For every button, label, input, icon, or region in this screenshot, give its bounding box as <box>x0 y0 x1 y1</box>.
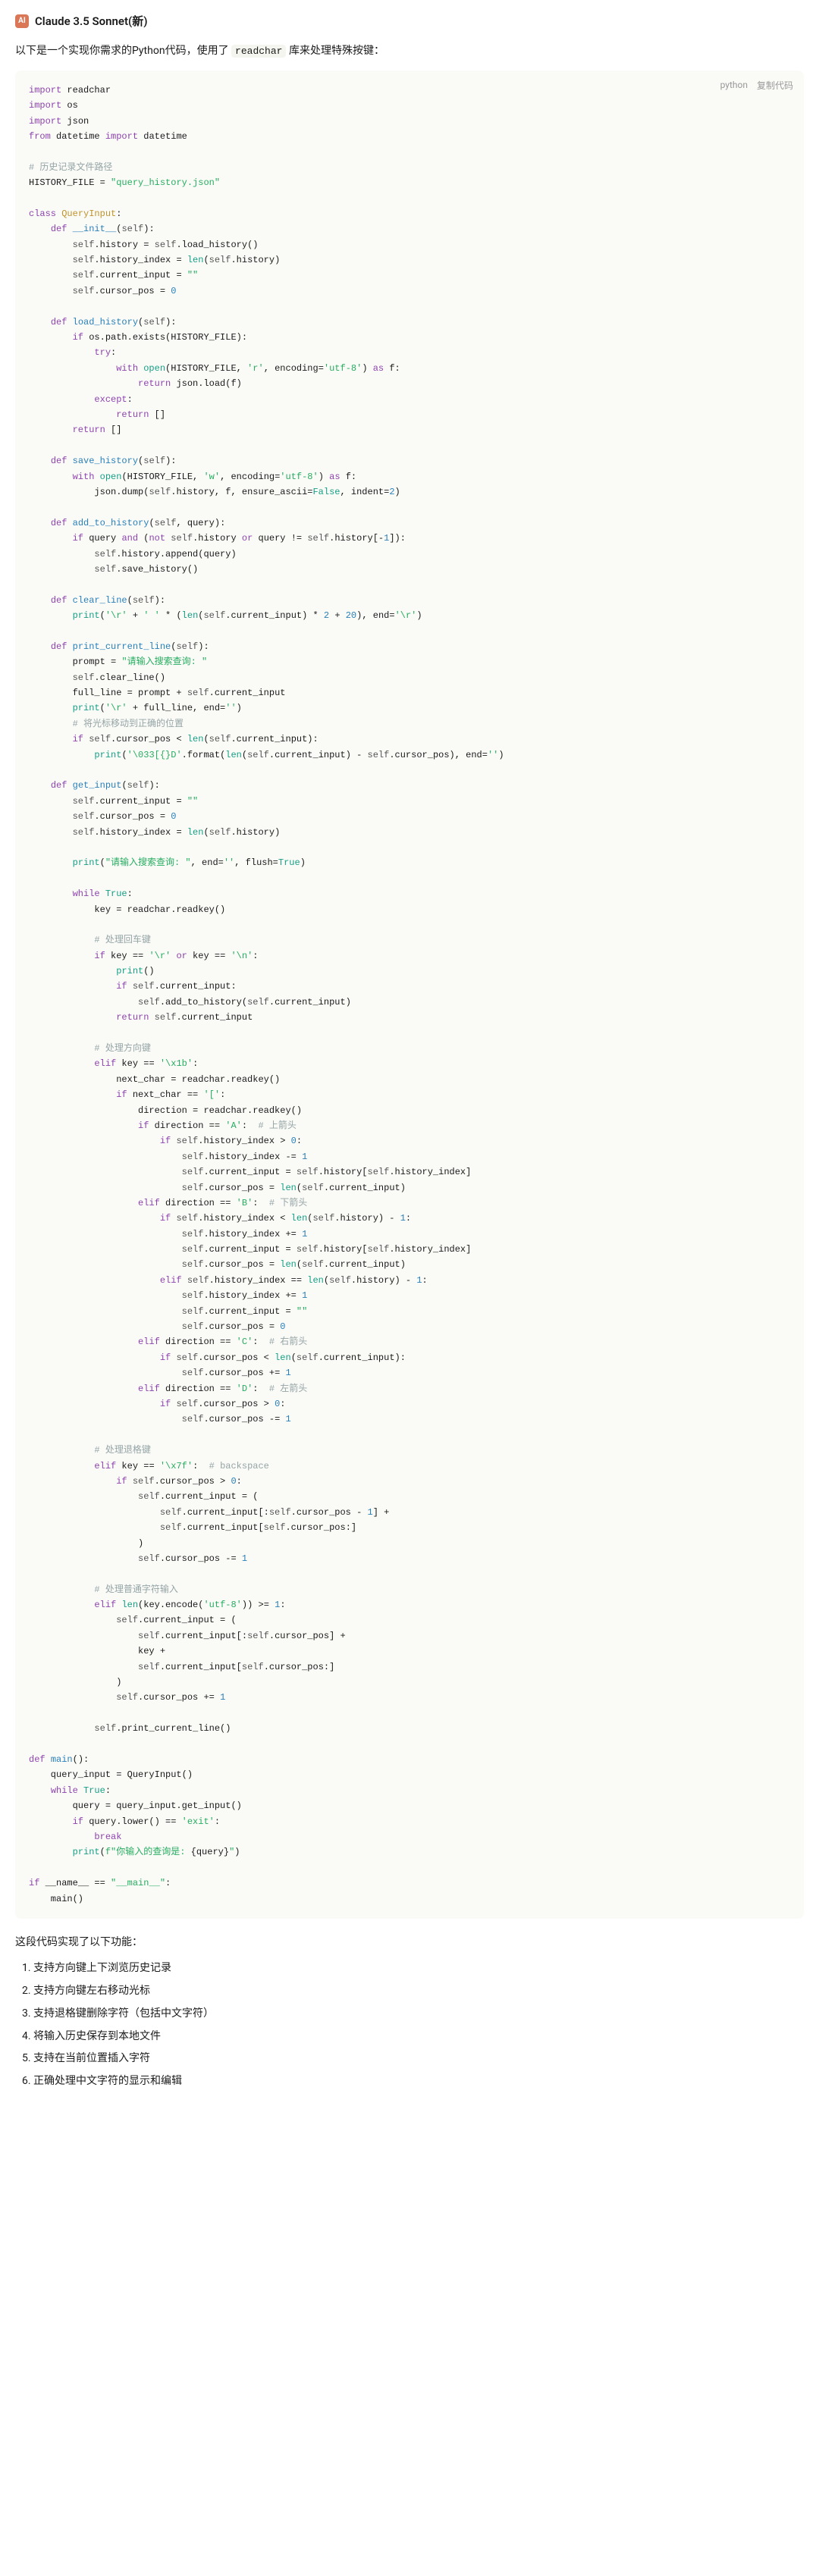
list-item: 支持方向键上下浏览历史记录 <box>33 1960 804 1978</box>
lib-name: readchar <box>231 45 286 58</box>
copy-code-button[interactable]: 复制代码 <box>757 78 793 92</box>
assistant-logo-icon: AI <box>15 14 29 28</box>
chat-header: AI Claude 3.5 Sonnet(新) <box>15 12 804 30</box>
list-item: 正确处理中文字符的显示和编辑 <box>33 2073 804 2091</box>
assistant-title: Claude 3.5 Sonnet(新) <box>35 12 148 30</box>
features-list: 支持方向键上下浏览历史记录 支持方向键左右移动光标 支持退格键删除字符（包括中文… <box>15 1960 804 2091</box>
list-item: 支持方向键左右移动光标 <box>33 1982 804 2001</box>
outro-text: 这段代码实现了以下功能： <box>15 1934 804 1951</box>
list-item: 将输入历史保存到本地文件 <box>33 2028 804 2046</box>
code-header: python 复制代码 <box>720 78 793 92</box>
code-content: import readchar import os import json fr… <box>29 83 790 1907</box>
code-block: python 复制代码 import readchar import os im… <box>15 71 804 1919</box>
list-item: 支持在当前位置插入字符 <box>33 2050 804 2068</box>
list-item: 支持退格键删除字符（包括中文字符） <box>33 2005 804 2023</box>
code-language-label: python <box>720 78 748 92</box>
intro-text: 以下是一个实现你需求的Python代码，使用了 readchar 库来处理特殊按… <box>15 42 804 60</box>
